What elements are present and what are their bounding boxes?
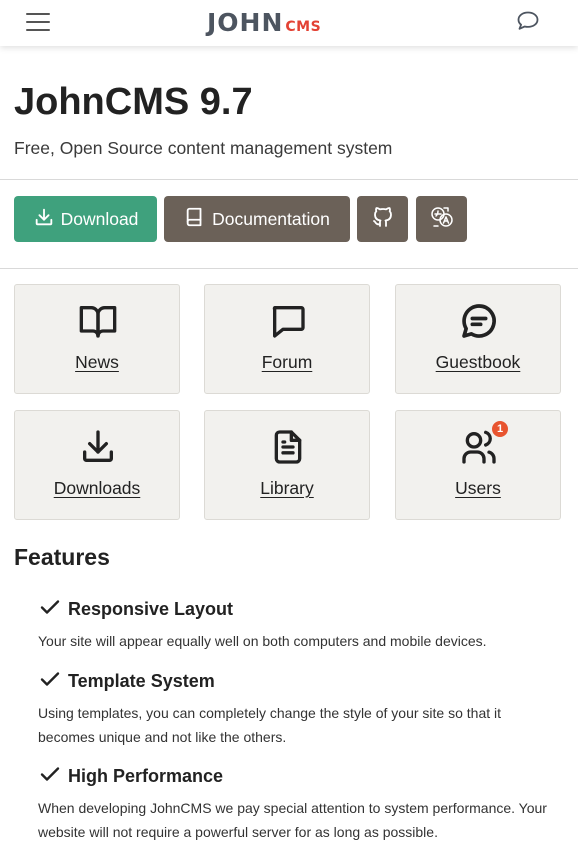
download-icon: [33, 206, 55, 233]
tile-guestbook[interactable]: Guestbook: [395, 284, 561, 394]
tile-news[interactable]: News: [14, 284, 180, 394]
feature-description: When developing JohnCMS we pay special a…: [38, 800, 547, 840]
tile-guestbook-label[interactable]: Guestbook: [396, 352, 560, 373]
github-button[interactable]: [357, 196, 408, 242]
file-text-icon: [268, 427, 308, 467]
feature-item: Template System Using templates, you can…: [38, 669, 548, 749]
download-button-label: Download: [60, 208, 139, 229]
feature-description: Using templates, you can completely chan…: [38, 705, 502, 745]
tile-library[interactable]: Library: [204, 410, 370, 520]
logo-main-text: JOHN: [207, 8, 284, 37]
feature-item: Responsive Layout Your site will appear …: [38, 597, 548, 653]
tile-users[interactable]: 1 Users: [395, 410, 561, 520]
page-subtitle: Free, Open Source content management sys…: [14, 138, 393, 158]
message-circle-icon: [459, 301, 499, 341]
language-button[interactable]: [416, 196, 467, 242]
check-icon: [38, 667, 62, 696]
documentation-button[interactable]: Documentation: [164, 196, 350, 242]
tile-downloads[interactable]: Downloads: [14, 410, 180, 520]
divider: [0, 268, 578, 269]
feature-description: Your site will appear equally well on bo…: [38, 633, 487, 649]
hamburger-menu-icon[interactable]: [26, 12, 50, 32]
github-icon: [371, 205, 395, 234]
logo-sub-text: CMS: [285, 19, 322, 35]
book-open-icon: [78, 301, 118, 341]
features-heading: Features: [14, 544, 110, 570]
feature-title: Responsive Layout: [68, 598, 234, 619]
download-icon: [78, 427, 118, 467]
book-icon: [184, 206, 206, 233]
page-title: JohnCMS 9.7: [14, 81, 253, 123]
tile-users-label[interactable]: Users: [396, 478, 560, 499]
top-navbar: JOHN CMS: [0, 0, 578, 46]
check-icon: [38, 762, 62, 791]
divider: [0, 179, 578, 180]
site-logo[interactable]: JOHN CMS: [207, 8, 321, 38]
check-icon: [38, 595, 62, 624]
message-square-icon: [268, 301, 308, 341]
chat-bubble-icon[interactable]: [515, 9, 541, 33]
feature-title: High Performance: [68, 765, 224, 786]
tile-forum-label[interactable]: Forum: [205, 352, 369, 373]
tile-news-label[interactable]: News: [15, 352, 179, 373]
download-button[interactable]: Download: [14, 196, 157, 242]
notification-badge: 1: [490, 419, 510, 439]
tile-downloads-label[interactable]: Downloads: [15, 478, 179, 499]
translate-icon: [429, 204, 455, 235]
feature-item: High Performance When developing JohnCMS…: [38, 764, 548, 844]
documentation-button-label: Documentation: [212, 208, 330, 229]
tile-library-label[interactable]: Library: [205, 478, 369, 499]
feature-title: Template System: [68, 670, 215, 691]
hero-section: JohnCMS 9.7 Free, Open Source content ma…: [14, 80, 392, 159]
tile-forum[interactable]: Forum: [204, 284, 370, 394]
